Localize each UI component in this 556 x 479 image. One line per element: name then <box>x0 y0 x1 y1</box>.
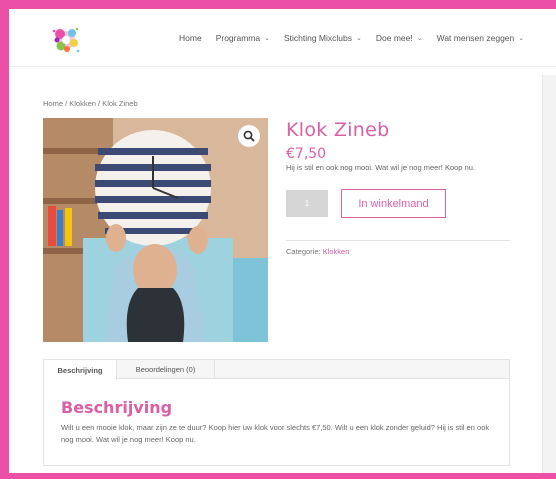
nav-item-wat-mensen-zeggen[interactable]: Wat mensen zeggen ⌄ <box>437 33 525 43</box>
site-header: Home Programma ⌄ Stichting Mixclubs ⌄ Do… <box>9 9 556 67</box>
product-category: Categorie: Klokken <box>286 247 349 256</box>
sidebar-edge <box>542 75 556 473</box>
pink-frame-top <box>0 0 556 9</box>
chevron-down-icon: ⌄ <box>264 35 270 42</box>
category-link[interactable]: Klokken <box>323 247 350 256</box>
nav-item-label: Stichting Mixclubs <box>283 33 352 43</box>
breadcrumb[interactable]: Home / Klokken / Klok Zineb <box>43 99 138 108</box>
nav-item-label: Wat mensen zeggen <box>436 33 515 43</box>
product-title: Klok Zineb <box>286 119 390 141</box>
tab-panel-body: Wilt u een mooie klok, maar zijn ze te d… <box>61 423 490 444</box>
add-to-cart-button[interactable]: In winkelmand <box>341 189 446 218</box>
magnifier-icon <box>243 130 255 142</box>
nav-item-label: Home <box>179 33 202 43</box>
nav-item-stichting-mixclubs[interactable]: Stichting Mixclubs ⌄ <box>284 33 362 43</box>
tab-beschrijving[interactable]: Beschrijving <box>44 360 117 380</box>
zoom-button[interactable] <box>238 125 260 147</box>
tab-panel-heading: Beschrijving <box>61 398 173 417</box>
pink-frame-left <box>0 0 9 479</box>
product-image[interactable] <box>43 118 268 342</box>
main-navigation: Home Programma ⌄ Stichting Mixclubs ⌄ Do… <box>179 33 538 43</box>
chevron-down-icon: ⌄ <box>356 35 362 42</box>
chevron-down-icon: ⌄ <box>518 35 525 42</box>
quantity-input[interactable]: 1 <box>286 190 328 217</box>
tab-beoordelingen[interactable]: Beoordelingen (0) <box>117 360 215 379</box>
site-logo[interactable] <box>49 23 83 57</box>
page: Home Programma ⌄ Stichting Mixclubs ⌄ Do… <box>9 9 556 473</box>
product-tabs: Beschrijving Beoordelingen (0) Beschrijv… <box>43 359 510 466</box>
product-price: €7,50 <box>286 146 327 162</box>
nav-item-label: Programma <box>215 33 261 43</box>
nav-item-doe-mee[interactable]: Doe mee! ⌄ <box>376 33 423 43</box>
pink-frame-bottom <box>0 473 556 479</box>
chevron-down-icon: ⌄ <box>416 35 423 42</box>
category-label: Categorie: <box>286 247 323 256</box>
nav-item-programma[interactable]: Programma ⌄ <box>216 33 270 43</box>
divider <box>286 240 510 241</box>
nav-item-home[interactable]: Home <box>179 33 202 43</box>
nav-item-label: Doe mee! <box>375 33 413 43</box>
tab-bar: Beschrijving Beoordelingen (0) <box>44 360 509 380</box>
product-short-description: Hij is stil en ook nog mooi. Wat wil je … <box>286 163 475 172</box>
